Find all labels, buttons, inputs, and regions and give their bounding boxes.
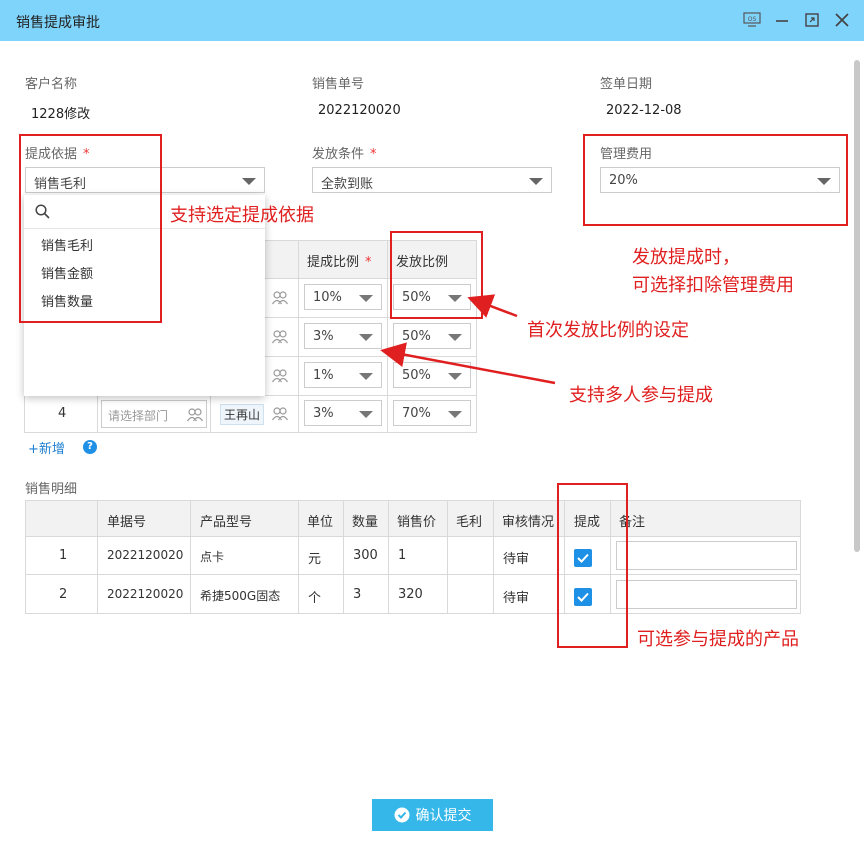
check-circle-icon bbox=[394, 807, 409, 823]
submit-label: 确认提交 bbox=[415, 808, 472, 824]
annotation-note: 支持多人参与提成 bbox=[569, 385, 713, 406]
arrow bbox=[467, 294, 518, 318]
arrow bbox=[380, 342, 556, 385]
annotation-note: 支持选定提成依据 bbox=[170, 205, 314, 226]
submit-button[interactable]: 确认提交 bbox=[372, 799, 493, 831]
annotation-note: 首次发放比例的设定 bbox=[527, 320, 689, 341]
annotation-arrows bbox=[380, 294, 556, 385]
annotation-note: 可选参与提成的产品 bbox=[637, 629, 799, 650]
annotation-note: 发放提成时， bbox=[632, 247, 740, 268]
annotation-note: 可选择扣除管理费用 bbox=[632, 275, 794, 296]
